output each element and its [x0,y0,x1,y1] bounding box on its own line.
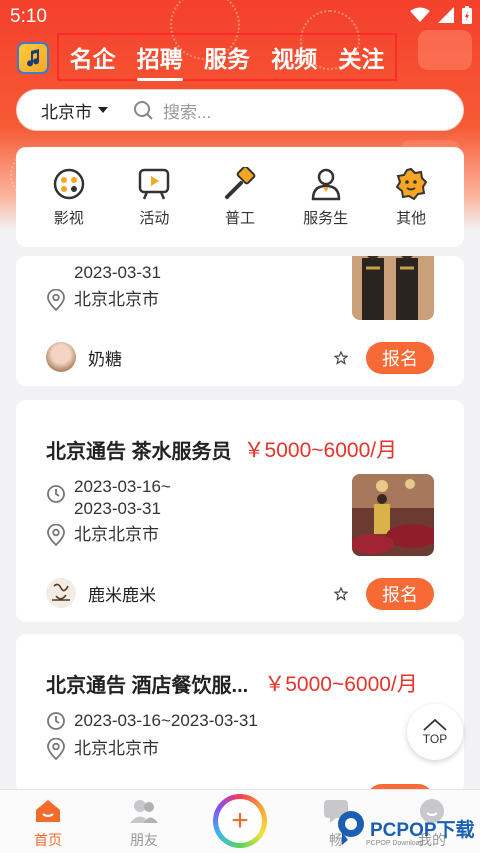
job-card[interactable]: 北京通告 酒店餐饮服... ￥5000~6000/月 2023-03-16~20… [16,634,464,794]
location-pin-icon [47,524,65,546]
waiter-icon [311,168,340,200]
signal-icon [438,7,454,23]
city-label: 北京市 [41,102,92,122]
nav-home[interactable]: 首页 [0,790,96,853]
job-thumbnail [352,256,434,320]
battery-icon [462,6,472,24]
category-other[interactable]: 其他 [375,167,447,228]
job-location: 北京北京市 [46,738,159,760]
clock-icon [47,485,65,503]
job-location: 北京北京市 [46,524,159,546]
job-location-text: 北京北京市 [74,525,159,544]
job-date-text: 2023-03-16~ 2023-03-31 [74,476,171,520]
job-date: 2023-03-16~ 2023-03-31 [46,476,171,520]
wifi-icon [410,7,430,22]
avatar [46,342,76,372]
status-time: 5:10 [10,6,47,27]
calligraphy-avatar [52,583,70,601]
tab-famous-companies[interactable]: 名企 [70,40,116,74]
location-pin-icon [47,289,65,311]
apply-button[interactable]: 报名 [366,578,434,610]
job-title-row: 北京通告 酒店餐饮服... ￥5000~6000/月 [46,668,418,698]
nav-publish[interactable]: + [192,790,288,853]
star-icon[interactable] [334,351,348,365]
category-events[interactable]: 活动 [118,167,190,228]
category-label: 其他 [396,209,427,227]
nav-friends[interactable]: 朋友 [96,790,192,853]
chevron-up-icon [423,718,447,731]
tab-following[interactable]: 关注 [338,40,384,74]
easel-play-icon [139,168,170,199]
poster-info[interactable]: 鹿米鹿米 [46,578,156,608]
avatar [46,578,76,608]
friends-icon [130,800,158,823]
job-salary: ￥5000~6000/月 [243,439,398,462]
job-title: 北京通告 酒店餐饮服... [46,674,249,697]
poster-name: 奶糖 [88,349,122,369]
category-film[interactable]: 影视 [33,167,105,228]
job-location-text: 北京北京市 [74,290,159,309]
music-note-icon [27,49,40,67]
staff-photo [352,256,434,320]
search-bar: 北京市 搜索... [16,89,464,131]
apply-button[interactable]: 报名 [366,342,434,374]
job-location-text: 北京北京市 [74,739,159,758]
job-salary: ￥5000~6000/月 [264,673,418,696]
job-title: 北京通告 茶水服务员 [46,440,232,463]
app-logo [17,42,49,74]
category-label: 服务生 [303,209,349,227]
city-selector[interactable]: 北京市 [41,98,108,123]
job-location: 北京北京市 [46,289,159,311]
banquet-photo [352,474,434,556]
publish-button[interactable]: + [213,794,267,848]
search-input[interactable]: 搜索... [163,98,211,123]
tab-services[interactable]: 服务 [204,40,250,74]
job-date: 2023-03-31 [46,262,161,284]
home-icon [36,800,60,822]
job-date-line: 2023-03-31 [74,499,161,518]
watermark-text: PCPOP下载 [370,819,475,841]
clock-icon [47,712,65,730]
job-card[interactable]: 2023-03-31 北京北京市 奶糖 报名 [16,256,464,386]
job-card[interactable]: 北京通告 茶水服务员 ￥5000~6000/月 2023-03-16~ 2023… [16,400,464,622]
tab-recruitment[interactable]: 招聘 [136,40,183,81]
category-general-labor[interactable]: 普工 [204,166,276,228]
nav-label: 首页 [34,832,62,848]
category-waiter[interactable]: 服务生 [290,167,362,228]
hammer-icon [224,166,256,199]
search-icon [134,101,153,120]
category-grid: 影视 活动 普工 服务生 其他 [16,147,464,247]
tab-videos[interactable]: 视频 [271,40,317,74]
status-bar: 5:10 [0,0,480,34]
star-icon[interactable] [334,587,348,601]
job-date: 2023-03-16~2023-03-31 [46,710,258,732]
job-date-line: 2023-03-16~ [74,477,171,496]
watermark: PCPOP下载 PCPOP Download [336,806,476,850]
flower-face-icon [395,167,428,200]
top-tab-bar: 名企 招聘 服务 视频 关注 [57,33,397,81]
back-to-top-button[interactable]: TOP [407,704,463,760]
lantern-decoration [418,30,472,70]
pcpop-logo-icon [338,811,364,845]
nav-label: 朋友 [130,832,158,848]
job-date-text: 2023-03-16~2023-03-31 [74,711,258,730]
category-label: 普工 [224,209,255,227]
watermark-subtext: PCPOP Download [366,840,424,847]
caret-down-icon [98,107,108,113]
location-pin-icon [47,738,65,760]
plus-icon: + [218,799,262,843]
film-reel-icon [53,168,85,199]
poster-info[interactable]: 奶糖 [46,342,122,372]
status-icons [410,6,472,24]
job-date-text: 2023-03-31 [74,263,161,282]
poster-name: 鹿米鹿米 [88,585,156,605]
top-label: TOP [422,731,448,746]
category-label: 影视 [53,209,84,227]
search-divider [120,98,121,122]
job-title-row: 北京通告 茶水服务员 ￥5000~6000/月 [46,434,397,464]
job-thumbnail [352,474,434,556]
category-label: 活动 [139,209,170,227]
